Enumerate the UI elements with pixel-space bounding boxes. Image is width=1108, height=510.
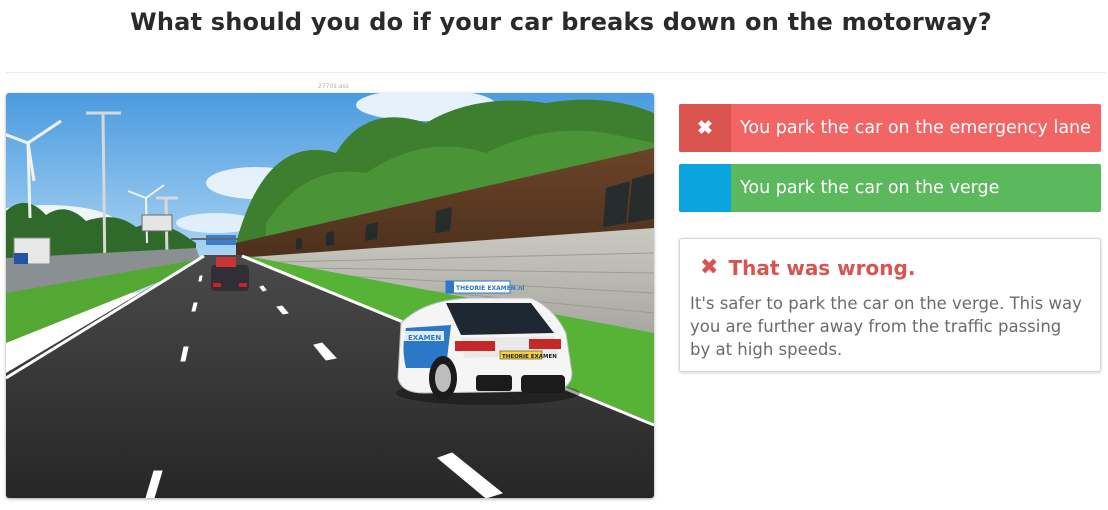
question-image: EXAMEN THEORIE EXAMEN THEORIE EXAMEN.nl <box>6 93 654 498</box>
wrong-icon: ✖ <box>700 255 719 280</box>
car-side-text: EXAMEN <box>408 334 441 342</box>
answer-marker <box>679 164 731 212</box>
car-ahead <box>211 265 249 291</box>
question-title: What should you do if your car breaks do… <box>130 8 992 36</box>
feedback-title: That was wrong. <box>728 255 916 280</box>
title-divider <box>6 72 1106 73</box>
image-id-label: 27701.ass <box>318 83 349 90</box>
roof-sign: THEORIE EXAMEN.nl <box>456 285 524 292</box>
feedback-explanation: It's safer to park the car on the verge.… <box>690 294 1082 359</box>
question-page: What should you do if your car breaks do… <box>0 0 1108 510</box>
answer-label: You park the car on the verge <box>740 178 1000 198</box>
feedback-panel: ✖ That was wrong. It's safer to park the… <box>679 238 1101 372</box>
answer-option-emergency-lane[interactable]: ✖ You park the car on the emergency lane <box>679 104 1101 152</box>
answer-option-verge[interactable]: You park the car on the verge <box>679 164 1101 212</box>
close-icon: ✖ <box>679 104 731 152</box>
feedback-heading: ✖ That was wrong. <box>700 255 915 280</box>
answer-label: You park the car on the emergency lane <box>740 118 1091 138</box>
car-plate: THEORIE EXAMEN <box>502 354 557 360</box>
